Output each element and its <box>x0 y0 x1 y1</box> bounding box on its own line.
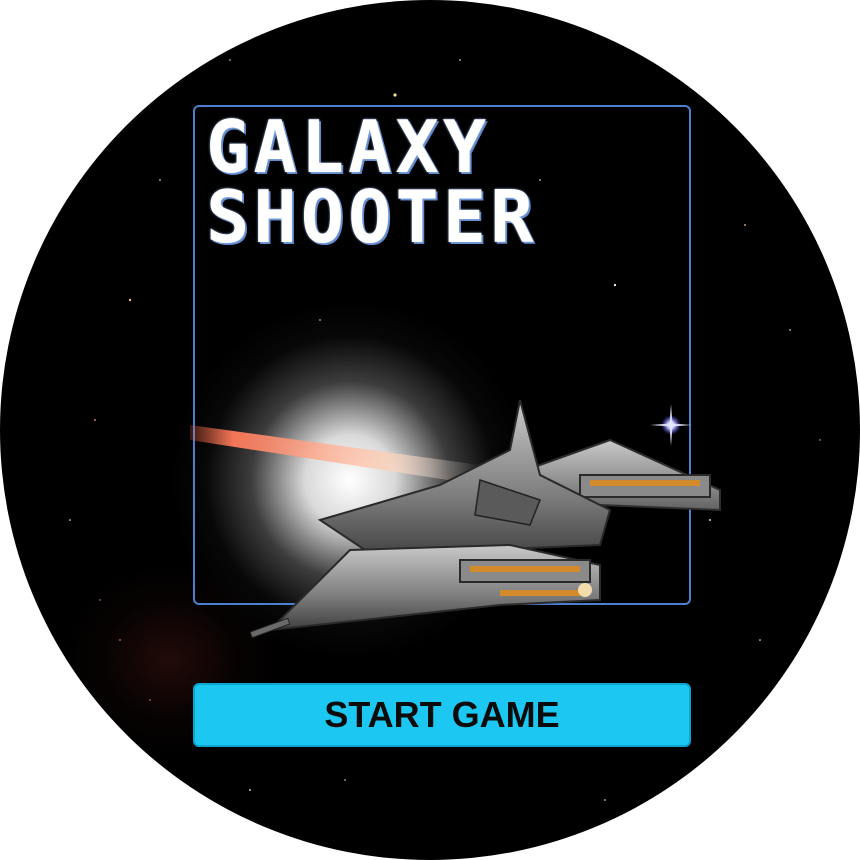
title-line-shooter: SHOOTER <box>206 175 538 259</box>
start-game-button[interactable]: START GAME <box>193 683 691 747</box>
game-title: GALAXY SHOOTER <box>206 105 538 259</box>
game-screen: GALAXY SHOOTER START GAME <box>0 0 860 860</box>
title-line-galaxy: GALAXY <box>206 105 491 189</box>
bright-star-icon <box>650 404 692 446</box>
